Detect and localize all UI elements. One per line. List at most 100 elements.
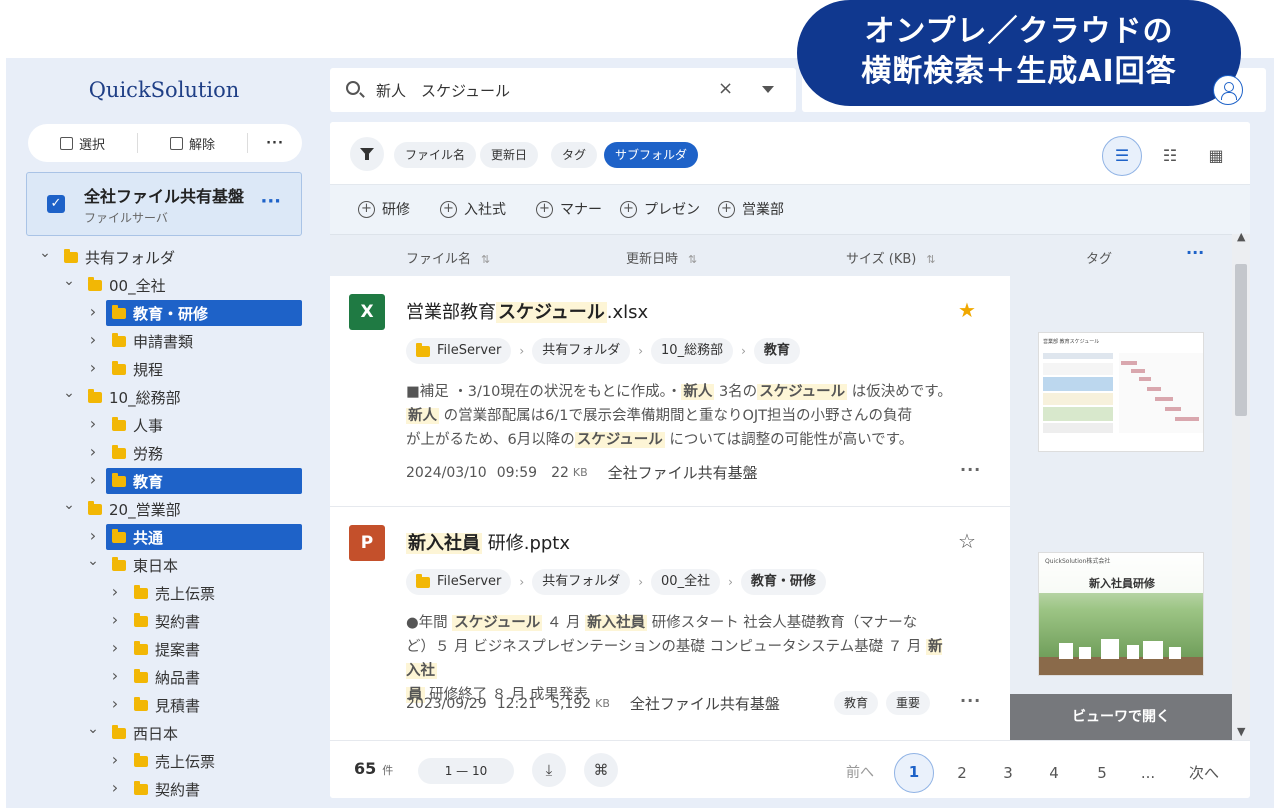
search-dropdown-icon[interactable]: [762, 86, 774, 93]
tag-suggestion[interactable]: + 入社式: [440, 199, 506, 219]
tree-item[interactable]: 提案書: [134, 636, 200, 662]
tree-item[interactable]: 売上伝票: [134, 580, 215, 606]
source-card[interactable]: ✓ 全社ファイル共有基盤 ファイルサーバ ···: [26, 172, 302, 236]
result-title[interactable]: 新入社員 研修.pptx: [406, 529, 570, 555]
tag-suggestion[interactable]: + マナー: [536, 199, 602, 219]
chevron-down-icon[interactable]: ⌄: [62, 497, 76, 513]
chevron-right-icon[interactable]: ›: [108, 582, 122, 601]
chevron-right-icon[interactable]: ›: [86, 526, 100, 545]
tree-item[interactable]: 00_全社: [88, 272, 166, 298]
breadcrumb-item[interactable]: 共有フォルダ: [532, 569, 631, 595]
chevron-down-icon[interactable]: ⌄: [38, 245, 52, 261]
preview-thumbnail[interactable]: 営業部 教育スケジュール: [1038, 332, 1204, 452]
tree-item[interactable]: 西日本: [112, 720, 178, 746]
column-more-button[interactable]: ···: [1186, 243, 1204, 262]
chevron-right-icon[interactable]: ›: [86, 302, 100, 321]
tree-item[interactable]: 納品書: [134, 664, 200, 690]
tag-suggestion[interactable]: + プレゼン: [620, 199, 700, 219]
search-bar[interactable]: 新人 スケジュール ×: [330, 68, 796, 112]
clear-search-icon[interactable]: ×: [718, 78, 733, 99]
chevron-right-icon[interactable]: ›: [86, 414, 100, 433]
page-button[interactable]: 5: [1082, 753, 1122, 793]
result-more-button[interactable]: ···: [960, 691, 981, 710]
breadcrumb-item[interactable]: FileServer: [406, 569, 512, 595]
chevron-right-icon[interactable]: ›: [86, 358, 100, 377]
page-button[interactable]: 4: [1034, 753, 1074, 793]
tree-item[interactable]: 教育・研修: [106, 300, 302, 326]
chevron-down-icon[interactable]: ▼: [1237, 725, 1245, 738]
col-name[interactable]: ファイル名 ⇅: [406, 248, 490, 267]
tree-item[interactable]: 労務: [112, 440, 163, 466]
page-button[interactable]: 1: [894, 753, 934, 793]
tree-item[interactable]: 10_総務部: [88, 384, 181, 410]
chevron-right-icon[interactable]: ›: [108, 638, 122, 657]
chevron-right-icon[interactable]: ›: [108, 610, 122, 629]
breadcrumb-item[interactable]: 10_総務部: [651, 338, 734, 364]
chevron-down-icon[interactable]: ⌄: [62, 273, 76, 289]
tree-item[interactable]: 見積書: [134, 692, 200, 718]
chip-updated[interactable]: 更新日: [480, 142, 539, 168]
tree-item[interactable]: 教育: [106, 468, 302, 494]
result-more-button[interactable]: ···: [960, 460, 981, 479]
checkbox-checked-icon[interactable]: ✓: [47, 195, 65, 213]
list-view-icon[interactable]: ☰: [1102, 136, 1142, 176]
open-viewer-button[interactable]: ビューワで開く: [1010, 694, 1232, 740]
result-title[interactable]: 営業部教育 スケジュール .xlsx: [406, 298, 648, 324]
star-outline-icon[interactable]: ☆: [958, 529, 976, 553]
chevron-right-icon[interactable]: ›: [108, 778, 122, 797]
tree-item[interactable]: 20_営業部: [88, 496, 181, 522]
tag-badge[interactable]: 教育: [834, 691, 879, 715]
clear-button[interactable]: 解除: [138, 134, 247, 153]
page-button[interactable]: 3: [988, 753, 1028, 793]
download-icon[interactable]: ⤓: [532, 753, 566, 787]
source-more-button[interactable]: ···: [260, 191, 281, 212]
tag-suggestion[interactable]: + 研修: [358, 199, 410, 219]
tree-item[interactable]: 東日本: [112, 552, 178, 578]
select-button[interactable]: 選択: [28, 134, 137, 153]
chevron-right-icon[interactable]: ›: [108, 694, 122, 713]
tree-item[interactable]: 契約書: [134, 608, 200, 634]
chip-subfolder[interactable]: サブフォルダ: [604, 142, 699, 168]
breadcrumb-item[interactable]: 00_全社: [651, 569, 721, 595]
chip-tag[interactable]: タグ: [551, 142, 598, 168]
tree-item[interactable]: 共有フォルダ: [64, 244, 175, 270]
preview-thumbnail[interactable]: QuickSolution株式会社 新入社員研修: [1038, 552, 1204, 676]
detail-view-icon[interactable]: ☷: [1150, 136, 1190, 176]
tag-icon[interactable]: ⌘: [584, 753, 618, 787]
filter-icon[interactable]: [350, 137, 384, 171]
chevron-right-icon[interactable]: ›: [86, 330, 100, 349]
tree-item[interactable]: 規程: [112, 356, 163, 382]
page-button[interactable]: 2: [942, 753, 982, 793]
tree-item[interactable]: 人事: [112, 412, 163, 438]
tree-item[interactable]: 契約書: [134, 776, 200, 802]
chevron-right-icon[interactable]: ›: [108, 666, 122, 685]
tree-item[interactable]: 申請書類: [112, 328, 193, 354]
chevron-right-icon[interactable]: ›: [108, 750, 122, 769]
breadcrumb-item[interactable]: 教育・研修: [740, 569, 826, 595]
results-scrollbar[interactable]: ▲ ▼: [1232, 230, 1250, 740]
tag-suggestion[interactable]: + 営業部: [718, 199, 784, 219]
chevron-right-icon[interactable]: ›: [86, 442, 100, 461]
tree-item[interactable]: 売上伝票: [134, 748, 215, 774]
grid-view-icon[interactable]: ▦: [1196, 136, 1236, 176]
tag-badge[interactable]: 重要: [886, 691, 931, 715]
tree-item[interactable]: 共通: [106, 524, 302, 550]
chevron-up-icon[interactable]: ▲: [1237, 230, 1245, 243]
chip-filename[interactable]: ファイル名: [394, 142, 477, 168]
breadcrumb-item[interactable]: 共有フォルダ: [532, 338, 631, 364]
result-card[interactable]: P 新入社員 研修.pptx ☆ FileServer › 共有フォルダ › 00_全社 › 教育…: [330, 506, 1010, 740]
prev-page-button[interactable]: 前へ: [840, 753, 880, 793]
breadcrumb-item[interactable]: FileServer: [406, 338, 512, 364]
chevron-right-icon[interactable]: ›: [86, 470, 100, 489]
star-filled-icon[interactable]: ★: [958, 298, 976, 322]
col-updated[interactable]: 更新日時 ⇅: [626, 248, 697, 267]
result-card[interactable]: X 営業部教育 スケジュール .xlsx ★ FileServer › 共有フォルダ › 10_総…: [330, 276, 1010, 506]
scrollbar-thumb[interactable]: [1235, 264, 1247, 416]
col-size[interactable]: サイズ (KB) ⇅: [846, 248, 936, 267]
more-options-button[interactable]: ···: [248, 136, 302, 151]
search-input[interactable]: 新人 スケジュール: [376, 80, 510, 101]
page-range[interactable]: 1 — 10: [418, 758, 514, 784]
chevron-down-icon[interactable]: ⌄: [62, 385, 76, 401]
user-icon[interactable]: [1213, 75, 1243, 105]
breadcrumb-item[interactable]: 教育: [753, 338, 800, 364]
